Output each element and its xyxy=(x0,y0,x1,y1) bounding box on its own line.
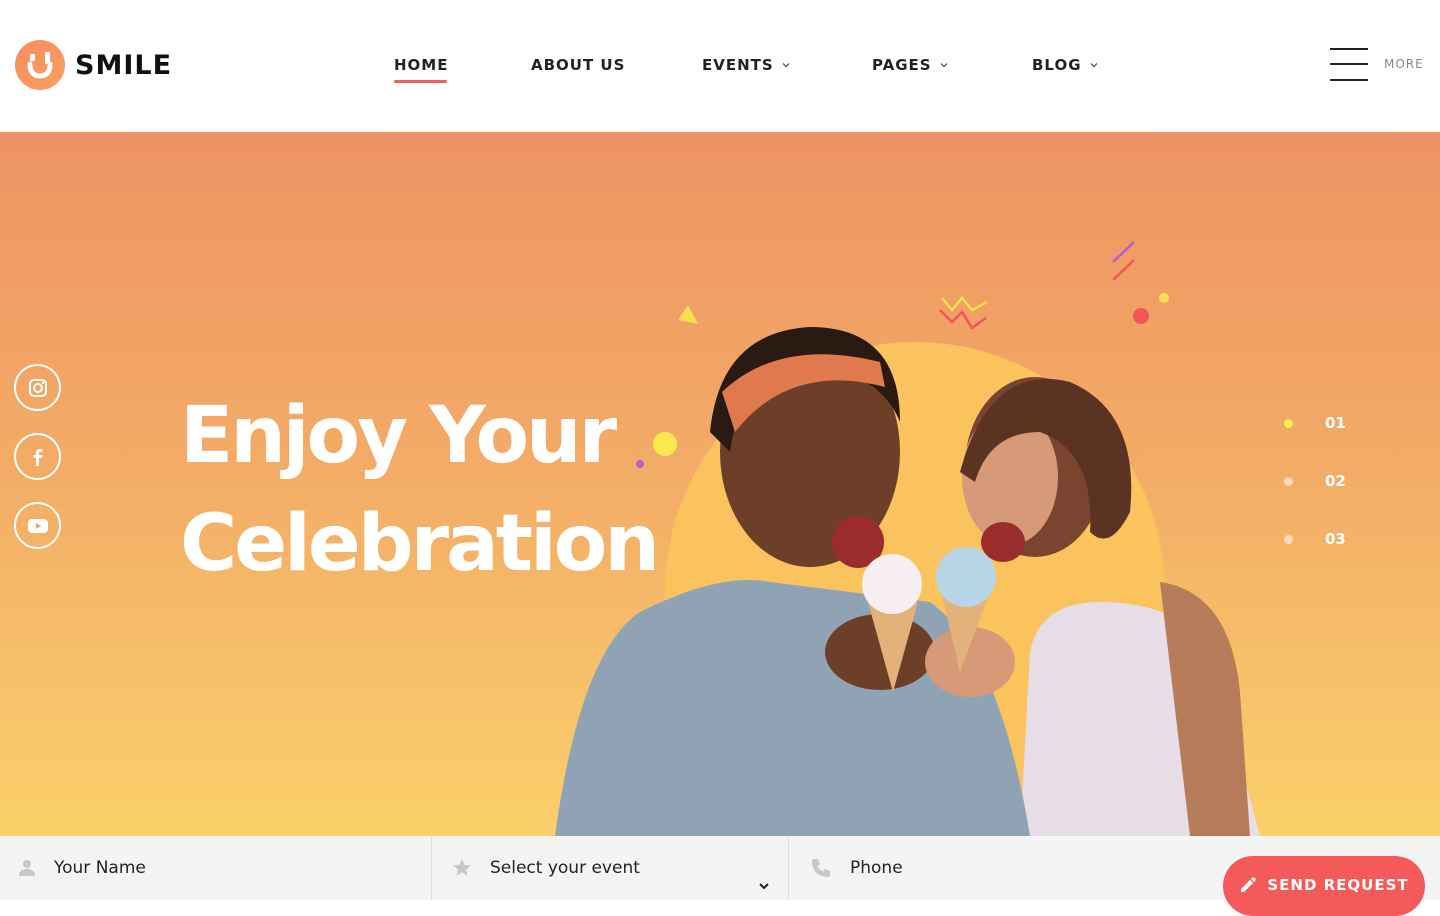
site-header: SMILE HOME ABOUT US EVENTS PAGES BLOG MO… xyxy=(0,0,1440,132)
youtube-icon xyxy=(27,518,48,533)
slide-dot-3[interactable]: 03 xyxy=(1284,530,1346,548)
field-divider xyxy=(431,836,432,900)
active-nav-underline xyxy=(394,80,447,83)
phone-field[interactable]: Phone xyxy=(810,836,1210,900)
confetti-zigzag-red xyxy=(939,309,987,330)
event-select-placeholder: Select your event xyxy=(490,858,640,878)
more-menu-button[interactable]: MORE xyxy=(1330,46,1424,82)
nav-about-us[interactable]: ABOUT US xyxy=(531,56,625,74)
star-icon xyxy=(453,859,471,876)
nav-about-label: ABOUT US xyxy=(531,56,626,74)
more-label: MORE xyxy=(1384,57,1424,71)
nav-events[interactable]: EVENTS xyxy=(702,56,790,74)
slide-number: 02 xyxy=(1325,472,1346,490)
nav-home-label: HOME xyxy=(394,56,449,74)
confetti-stroke-red xyxy=(1112,259,1135,281)
facebook-link[interactable] xyxy=(14,433,61,480)
nav-home[interactable]: HOME xyxy=(394,56,448,74)
confetti-triangle xyxy=(678,305,698,324)
name-field[interactable]: Your Name xyxy=(18,836,418,900)
send-request-button[interactable]: SEND REQUEST xyxy=(1223,856,1425,916)
field-divider xyxy=(788,836,789,900)
nav-pages[interactable]: PAGES xyxy=(872,56,948,74)
confetti-dot-red xyxy=(1133,308,1149,324)
chevron-down-icon xyxy=(782,63,790,68)
nav-events-label: EVENTS xyxy=(702,56,774,74)
phone-field-placeholder: Phone xyxy=(850,858,903,878)
youtube-link[interactable] xyxy=(14,502,61,549)
nav-pages-label: PAGES xyxy=(872,56,932,74)
headline-line-1: Enjoy Your xyxy=(180,391,617,481)
hamburger-icon xyxy=(1330,46,1368,82)
nav-blog-label: BLOG xyxy=(1032,56,1082,74)
confetti-zigzag-yellow xyxy=(941,296,988,312)
slide-number: 03 xyxy=(1325,530,1346,548)
confetti-stroke-purple xyxy=(1112,241,1135,263)
user-icon xyxy=(19,860,35,876)
slide-dot-1[interactable]: 01 xyxy=(1284,414,1346,432)
nav-blog[interactable]: BLOG xyxy=(1032,56,1098,74)
slide-number: 01 xyxy=(1325,414,1346,432)
instagram-icon xyxy=(28,378,47,397)
slide-dot-2[interactable]: 02 xyxy=(1284,472,1346,490)
chevron-down-icon xyxy=(1090,63,1097,68)
phone-icon xyxy=(812,859,830,877)
hero-section: Enjoy Your Celebration 01 02 03 xyxy=(0,132,1440,836)
headline-line-2: Celebration xyxy=(180,499,660,589)
event-select[interactable]: Select your event xyxy=(452,836,772,900)
facebook-icon xyxy=(33,448,42,466)
chevron-down-icon xyxy=(759,883,769,890)
confetti-dot-yellow-small xyxy=(1159,293,1169,303)
instagram-link[interactable] xyxy=(14,364,61,411)
name-field-placeholder: Your Name xyxy=(54,858,146,878)
pencil-icon xyxy=(1241,877,1257,892)
chevron-down-icon xyxy=(940,63,948,68)
hero-headline: Enjoy Your Celebration xyxy=(180,382,660,598)
send-request-label: SEND REQUEST xyxy=(1267,876,1409,894)
main-nav: HOME ABOUT US EVENTS PAGES BLOG xyxy=(0,56,1440,86)
